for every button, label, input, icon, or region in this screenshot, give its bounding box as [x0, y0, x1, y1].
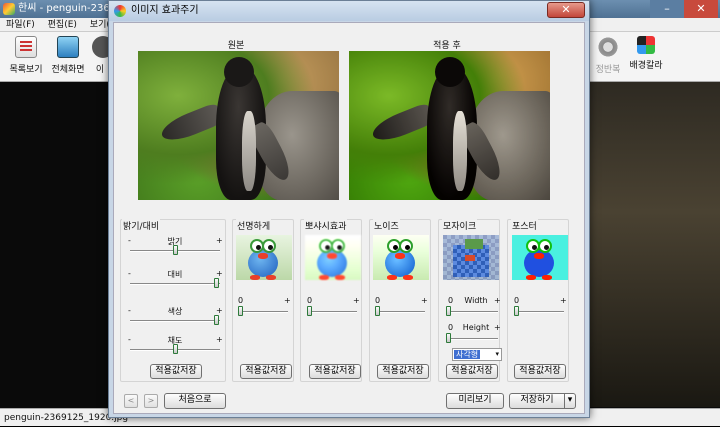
poster-slider-thumb[interactable]	[514, 306, 519, 316]
soft-glow-value: 0	[307, 296, 313, 305]
list-view-icon	[15, 36, 37, 58]
sharpen-group-title: 선명하게	[236, 219, 272, 232]
minimize-icon[interactable]: –	[650, 0, 684, 18]
noise-group-title: 노이즈	[373, 219, 400, 232]
hue-label: 색상	[167, 307, 183, 316]
dialog-body: 원본 적용 후 밝기/대비 - 밝기 + - 대비 + - 색상 + - 채도 …	[113, 22, 585, 414]
saturation-slider-thumb[interactable]	[173, 344, 178, 354]
list-view-button[interactable]: 목록보기	[6, 36, 46, 75]
background-color-button[interactable]: 배경칼라	[626, 36, 666, 71]
color-palette-icon	[637, 36, 655, 54]
mosaic-width-label: Width	[464, 296, 488, 305]
after-label: 적용 후	[433, 41, 461, 51]
mosaic-shape-select[interactable]: 사각형 ▾	[452, 348, 502, 361]
sharpen-value: 0	[238, 296, 244, 305]
fullscreen-button[interactable]: 전체화면	[48, 36, 88, 75]
poster-value: 0	[514, 296, 520, 305]
soft-glow-slider[interactable]	[309, 311, 357, 313]
poster-apply-button[interactable]: 적용값저장	[514, 364, 566, 379]
sharpen-preview	[236, 235, 292, 280]
soft-glow-preview	[305, 235, 361, 280]
mosaic-width-slider-thumb[interactable]	[446, 306, 451, 316]
close-icon[interactable]: ✕	[684, 0, 718, 18]
prev-button[interactable]: <	[124, 394, 138, 408]
contrast-label: 대비	[167, 270, 183, 279]
noise-value: 0	[375, 296, 381, 305]
original-label: 원본	[227, 41, 245, 51]
save-dropdown-button[interactable]: ▾	[564, 393, 576, 409]
mosaic-height-label: Height	[462, 323, 490, 332]
hue-slider[interactable]	[130, 320, 220, 322]
noise-preview	[373, 235, 429, 280]
original-image	[138, 51, 339, 200]
noise-slider-thumb[interactable]	[375, 306, 380, 316]
menu-file[interactable]: 파일(F)	[6, 20, 35, 30]
brightness-slider-thumb[interactable]	[173, 245, 178, 255]
effects-app-icon	[114, 5, 126, 17]
result-image	[349, 51, 550, 200]
app-icon	[3, 3, 15, 15]
background-photo	[588, 82, 720, 407]
fullscreen-icon	[57, 36, 79, 58]
poster-group-title: 포스터	[511, 219, 538, 232]
brightness-apply-button[interactable]: 적용값저장	[150, 364, 202, 379]
preview-button[interactable]: 미리보기	[446, 393, 504, 409]
save-button[interactable]: 저장하기	[509, 393, 565, 409]
mosaic-apply-button[interactable]: 적용값저장	[446, 364, 498, 379]
brightness-group-title: 밝기/대비	[122, 219, 161, 232]
image-effects-dialog: 이미지 효과주기 ✕ 원본 적용 후 밝기/대비 - 밝기 + - 대비 + -…	[108, 0, 590, 418]
settings-icon	[597, 36, 619, 58]
contrast-slider-thumb[interactable]	[214, 278, 220, 288]
mosaic-group-title: 모자이크	[442, 219, 478, 232]
reset-button[interactable]: 처음으로	[164, 393, 226, 409]
sharpen-apply-button[interactable]: 적용값저장	[240, 364, 292, 379]
repeat-button[interactable]: 정반복	[590, 36, 626, 75]
dialog-close-button[interactable]: ✕	[547, 2, 585, 18]
soft-glow-group-title: 뽀샤시효과	[304, 219, 348, 232]
mosaic-width-value: 0	[448, 296, 454, 305]
image-icon	[92, 36, 108, 58]
poster-slider[interactable]	[516, 311, 564, 313]
hue-slider-thumb[interactable]	[214, 315, 220, 325]
contrast-slider[interactable]	[130, 283, 220, 285]
mosaic-preview	[443, 235, 499, 280]
image-button[interactable]: 이	[92, 36, 108, 75]
soft-glow-slider-thumb[interactable]	[307, 306, 312, 316]
dialog-title-bar[interactable]: 이미지 효과주기 ✕	[109, 1, 589, 21]
mosaic-height-value: 0	[448, 323, 454, 332]
mosaic-width-slider[interactable]	[448, 311, 498, 313]
mosaic-height-slider[interactable]	[448, 338, 498, 340]
poster-preview	[512, 235, 568, 280]
sharpen-slider[interactable]	[240, 311, 288, 313]
chevron-down-icon[interactable]: ▾	[495, 349, 499, 360]
dialog-title: 이미지 효과주기	[131, 5, 199, 16]
noise-apply-button[interactable]: 적용값저장	[377, 364, 429, 379]
next-button[interactable]: >	[144, 394, 158, 408]
sharpen-slider-thumb[interactable]	[238, 306, 243, 316]
mosaic-height-slider-thumb[interactable]	[446, 333, 451, 343]
soft-glow-apply-button[interactable]: 적용값저장	[309, 364, 361, 379]
menu-edit[interactable]: 편집(E)	[48, 20, 77, 30]
mosaic-shape-value: 사각형	[454, 350, 481, 359]
noise-slider[interactable]	[377, 311, 425, 313]
